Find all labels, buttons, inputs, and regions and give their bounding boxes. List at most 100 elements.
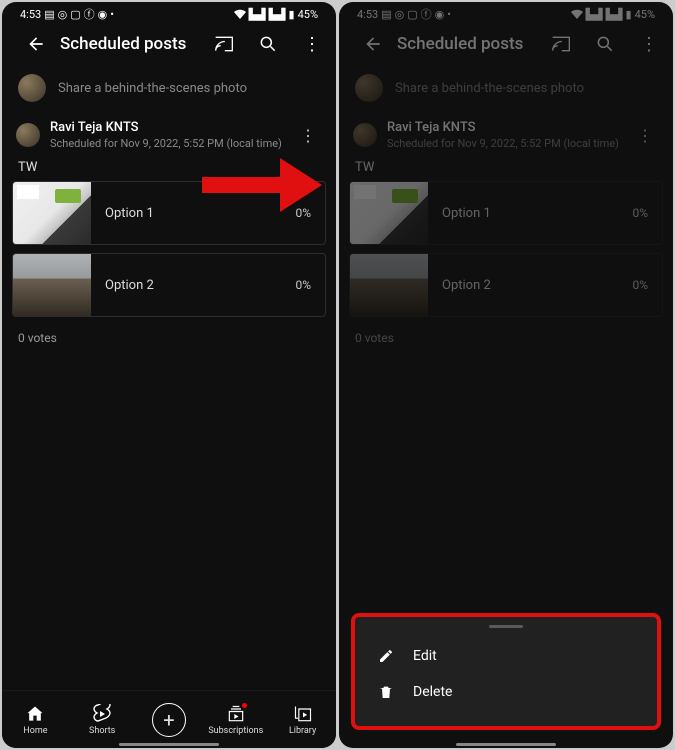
home-icon [25,704,45,724]
share-prompt-text: Share a behind-the-scenes photo [395,81,584,96]
wifi-icon [234,9,246,19]
status-time: 4:53 [357,8,378,21]
page-title: Scheduled posts [397,34,527,54]
nav-library[interactable]: Library [273,704,333,736]
poll-image [350,181,428,245]
avatar [353,123,377,147]
post-meta: Scheduled for Nov 9, 2022, 5:52 PM (loca… [50,137,282,150]
poll-votes: 0 votes [2,325,336,351]
poll-option-1[interactable]: Option 1 0% [349,181,663,245]
status-bar: 4:53 ▤ ◎ ▢ ⓕ ◉ • ▙▟ ▙▟ ▮ 45% [339,2,673,24]
poll-image [350,253,428,317]
more-icon: • [447,8,451,21]
nav-shorts[interactable]: Shorts [72,704,132,736]
poll-votes: 0 votes [339,325,673,351]
post-label: TW [2,158,336,181]
poll-option-pct: 0% [632,206,662,220]
sheet-delete-label: Delete [413,684,452,700]
cast-icon[interactable] [551,34,571,54]
post-meta: Scheduled for Nov 9, 2022, 5:52 PM (loca… [387,137,619,150]
nav-label: Shorts [89,726,115,736]
bottom-nav: Home Shorts + Subscriptions [2,690,336,748]
poll-image [13,253,91,317]
poll: Option 1 0% Option 2 0% [12,181,326,317]
poll-option-1[interactable]: Option 1 0% [12,181,326,245]
notif-icon: ▤ [44,8,54,21]
battery-icon: ▮ [626,8,632,21]
share-prompt-row[interactable]: Share a behind-the-scenes photo [2,64,336,112]
chat-icon: ▢ [407,8,417,21]
avatar [18,74,46,102]
post-author: Ravi Teja KNTS [387,120,619,135]
poll-option-label: Option 2 [428,278,632,293]
sheet-edit-label: Edit [413,648,437,664]
status-bar: 4:53 ▤ ◎ ▢ ⓕ ◉ • ▙▟ ▙▟ ▮ 45% [2,2,336,24]
shorts-icon [92,704,112,724]
pencil-icon [377,648,395,664]
poll-option-pct: 0% [632,278,662,292]
share-prompt-row[interactable]: Share a behind-the-scenes photo [339,64,673,112]
avatar [355,74,383,102]
nav-label: Subscriptions [208,726,263,736]
app-bar: Scheduled posts ⋮ [339,24,673,64]
facebook-icon: ⓕ [421,6,432,22]
notif-icon: ▤ [381,8,391,21]
page-title: Scheduled posts [60,34,190,54]
poll-option-label: Option 1 [91,206,295,221]
sheet-handle[interactable] [489,625,523,628]
instagram-icon: ◉ [98,8,108,21]
whatsapp-icon: ◎ [58,8,68,21]
nav-subscriptions[interactable]: Subscriptions [206,704,266,736]
cast-icon[interactable] [214,34,234,54]
signal-2-icon: ▙▟ [606,8,623,21]
post-overflow-icon[interactable]: ⋮ [294,122,322,149]
battery-icon: ▮ [289,8,295,21]
back-icon[interactable] [26,34,46,54]
home-indicator [119,743,219,746]
poll-image [13,181,91,245]
poll-option-2[interactable]: Option 2 0% [349,253,663,317]
phone-left: 4:53 ▤ ◎ ▢ ⓕ ◉ • ▙▟ ▙▟ ▮ 45% S [2,2,336,748]
phone-right: 4:53 ▤ ◎ ▢ ⓕ ◉ • ▙▟ ▙▟ ▮ 45% [339,2,673,748]
home-indicator [456,743,556,746]
subscriptions-icon [226,704,246,724]
search-icon[interactable] [595,34,615,54]
poll-option-label: Option 2 [91,278,295,293]
status-time: 4:53 [20,8,41,21]
search-icon[interactable] [258,34,278,54]
chat-icon: ▢ [70,8,80,21]
facebook-icon: ⓕ [84,6,95,22]
app-bar: Scheduled posts ⋮ [2,24,336,64]
sheet-edit[interactable]: Edit [367,638,645,674]
instagram-icon: ◉ [435,8,445,21]
share-prompt-text: Share a behind-the-scenes photo [58,81,247,96]
poll-option-2[interactable]: Option 2 0% [12,253,326,317]
status-battery: 45% [298,8,318,21]
poll-option-label: Option 1 [428,206,632,221]
nav-label: Home [23,726,47,736]
wifi-icon [571,9,583,19]
avatar [16,123,40,147]
post-overflow-icon[interactable]: ⋮ [631,122,659,149]
post-header: Ravi Teja KNTS Scheduled for Nov 9, 2022… [2,112,336,158]
overflow-icon[interactable]: ⋮ [302,34,322,54]
nav-label: Library [289,726,316,736]
signal-2-icon: ▙▟ [269,8,286,21]
poll: Option 1 0% Option 2 0% [349,181,663,317]
sheet-delete[interactable]: Delete [367,674,645,710]
poll-option-pct: 0% [295,278,325,292]
post-author: Ravi Teja KNTS [50,120,282,135]
back-icon[interactable] [363,34,383,54]
signal-1-icon: ▙▟ [249,8,266,21]
whatsapp-icon: ◎ [395,8,405,21]
post-label: TW [339,158,673,181]
trash-icon [377,684,395,700]
poll-option-pct: 0% [295,206,325,220]
nav-home[interactable]: Home [5,704,65,736]
bottom-sheet: Edit Delete [351,613,661,730]
nav-create[interactable]: + [139,703,199,737]
signal-1-icon: ▙▟ [586,8,603,21]
overflow-icon[interactable]: ⋮ [639,34,659,54]
post-header: Ravi Teja KNTS Scheduled for Nov 9, 2022… [339,112,673,158]
plus-icon: + [152,703,186,737]
